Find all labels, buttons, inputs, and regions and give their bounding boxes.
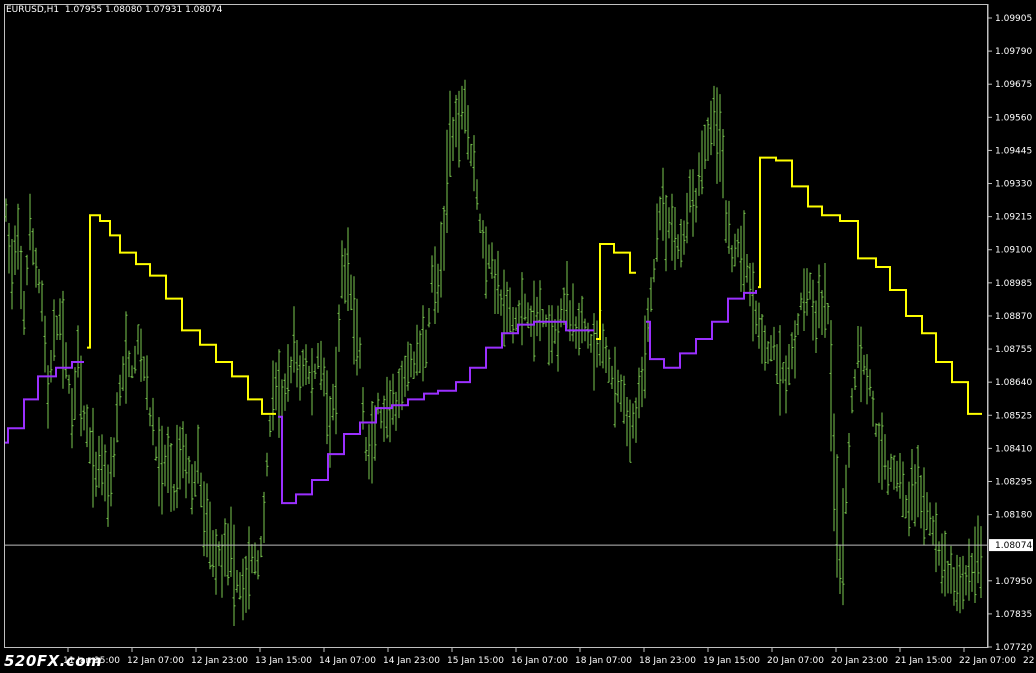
price-tick-label: 1.07720 — [995, 643, 1032, 653]
time-tick-label: 12 Jan 23:00 — [191, 656, 248, 666]
time-tick-label: 20 Jan 07:00 — [767, 656, 824, 666]
time-tick-label: 14 Jan 23:00 — [383, 656, 440, 666]
price-tick-label: 1.09905 — [995, 14, 1032, 24]
watermark-logo: 520FX.com — [4, 652, 103, 670]
chart-header: EURUSD,H1 1.07955 1.08080 1.07931 1.0807… — [6, 5, 222, 15]
time-tick-label: 14 Jan 07:00 — [319, 656, 376, 666]
current-price-tag-label: 1.08074 — [995, 541, 1032, 551]
price-tick-label: 1.08180 — [995, 511, 1032, 521]
price-tick-label: 1.08870 — [995, 312, 1032, 322]
time-tick-label: 22 Jan 07:00 — [959, 656, 1016, 666]
price-tick-label: 1.09445 — [995, 146, 1032, 156]
price-tick-label: 1.09560 — [995, 113, 1032, 123]
time-tick-label: 15 Jan 15:00 — [447, 656, 504, 666]
time-axis[interactable]: 11 Jan 15:00 12 Jan 07:00 12 Jan 23:00 13 J… — [63, 648, 1036, 666]
price-tick-label: 1.08410 — [995, 444, 1032, 454]
time-tick-label: 20 Jan 23:00 — [831, 656, 888, 666]
ohlc-values: 1.07955 1.08080 1.07931 1.08074 — [64, 5, 223, 15]
price-tick-label: 1.09330 — [995, 180, 1032, 190]
price-tick-label: 1.07950 — [995, 577, 1032, 587]
time-tick-label: 12 Jan 07:00 — [127, 656, 184, 666]
price-tick-label: 1.09790 — [995, 47, 1032, 57]
time-tick-label: 21 Jan 15:00 — [895, 656, 952, 666]
price-tick-label: 1.08640 — [995, 378, 1032, 388]
time-tick-label: 19 Jan 15:00 — [703, 656, 760, 666]
price-tick-label: 1.09675 — [995, 80, 1032, 90]
price-tick-label: 1.08755 — [995, 345, 1032, 355]
price-tick-label: 1.07835 — [995, 610, 1032, 620]
price-axis[interactable]: 1.09905 1.09790 1.09675 1.09560 1.09445 1.093… — [988, 14, 1033, 653]
price-tick-label: 1.09215 — [995, 213, 1032, 223]
time-tick-label: 22 Jan 23:00 — [1023, 656, 1036, 666]
price-tick-label: 1.09100 — [995, 246, 1032, 256]
price-tick-label: 1.08985 — [995, 279, 1032, 289]
symbol-label: EURUSD,H1 — [6, 5, 60, 15]
price-tick-label: 1.08525 — [995, 411, 1032, 421]
price-chart[interactable]: 1.09905 1.09790 1.09675 1.09560 1.09445 1.093… — [0, 0, 1036, 673]
price-tick-label: 1.08295 — [995, 477, 1032, 487]
time-tick-label: 13 Jan 15:00 — [255, 656, 312, 666]
time-tick-label: 18 Jan 07:00 — [575, 656, 632, 666]
time-tick-label: 16 Jan 07:00 — [511, 656, 568, 666]
time-tick-label: 18 Jan 23:00 — [639, 656, 696, 666]
